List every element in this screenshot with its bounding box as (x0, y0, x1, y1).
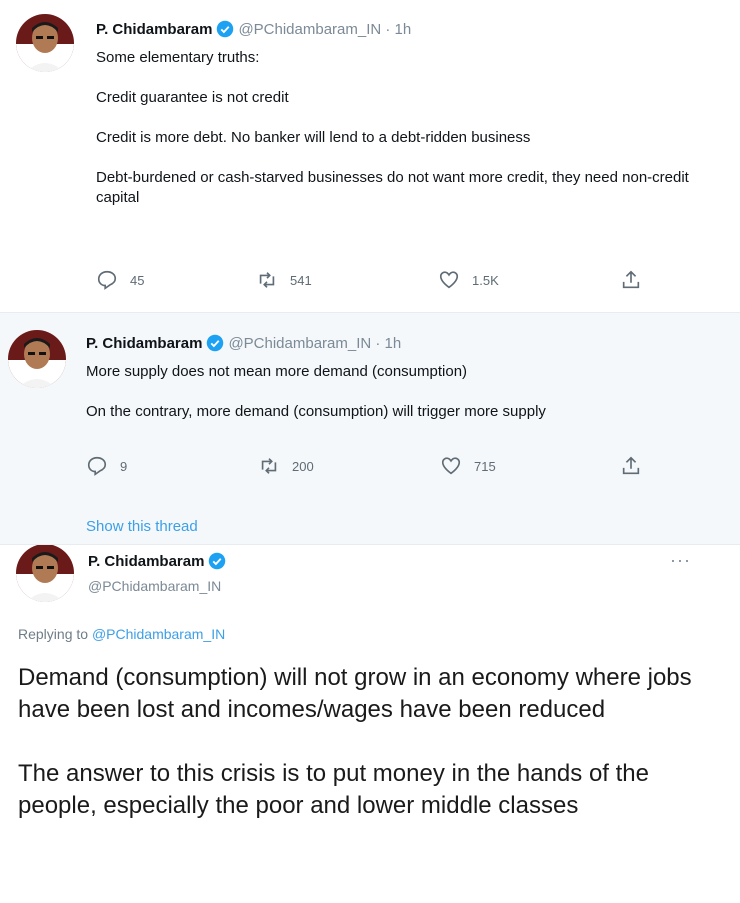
author-handle[interactable]: @PChidambaram_IN · 1h (238, 21, 411, 38)
replying-to-mention[interactable]: @PChidambaram_IN (92, 626, 225, 642)
like-button[interactable]: 715 (440, 455, 496, 477)
show-thread-link[interactable]: Show this thread (86, 518, 198, 535)
share-button[interactable] (620, 269, 654, 291)
more-options-icon[interactable]: ··· (670, 550, 691, 571)
like-count: 715 (474, 458, 496, 474)
tweet-text: More supply does not mean more demand (c… (86, 363, 546, 420)
retweet-icon (259, 272, 275, 288)
retweet-icon (261, 458, 277, 474)
replying-to-label: Replying to (18, 626, 92, 642)
verified-badge-icon (217, 20, 234, 38)
share-button[interactable] (620, 455, 654, 477)
avatar[interactable] (8, 330, 66, 388)
tweet-text: Some elementary truths: Credit guarantee… (96, 49, 689, 206)
author-handle[interactable]: @PChidambaram_IN (88, 578, 221, 594)
author-name[interactable]: P. Chidambaram (96, 21, 212, 38)
tweet-2[interactable]: P. Chidambaram @PChidambaram_IN · 1h Mor… (0, 312, 740, 544)
author-handle[interactable]: @PChidambaram_IN · 1h (228, 335, 401, 352)
heart-icon (441, 457, 461, 475)
avatar[interactable] (16, 544, 74, 602)
share-icon (622, 270, 640, 289)
tweet-actions: 9 200 715 (86, 454, 686, 478)
tweet-3[interactable]: P. Chidambaram @PChidambaram_IN ··· Repl… (0, 544, 740, 903)
verified-badge-icon (209, 552, 226, 570)
reply-icon (97, 270, 117, 290)
retweet-count: 200 (292, 458, 314, 474)
tweet-header: P. Chidambaram @PChidambaram_IN · 1h (96, 20, 411, 38)
tweet-1[interactable]: P. Chidambaram @PChidambaram_IN · 1h Som… (0, 0, 740, 312)
like-button[interactable]: 1.5K (438, 269, 499, 291)
reply-button[interactable]: 9 (86, 455, 127, 477)
reply-button[interactable]: 45 (96, 269, 144, 291)
tweet-header: P. Chidambaram @PChidambaram_IN · 1h (86, 334, 401, 352)
divider (0, 544, 740, 545)
reply-count: 9 (120, 458, 128, 474)
like-count: 1.5K (472, 272, 499, 288)
share-icon (622, 456, 640, 475)
author-name[interactable]: P. Chidambaram (88, 553, 204, 570)
avatar[interactable] (16, 14, 74, 72)
reply-count: 45 (130, 272, 145, 288)
reply-icon (87, 456, 107, 476)
author-name[interactable]: P. Chidambaram (86, 335, 202, 352)
verified-badge-icon (207, 334, 224, 352)
retweet-button[interactable]: 541 (256, 269, 312, 291)
tweet-header: P. Chidambaram (88, 552, 230, 570)
retweet-count: 541 (290, 272, 312, 288)
heart-icon (439, 271, 459, 289)
tweet-actions: 45 541 1.5K (96, 268, 696, 292)
tweet-text: Demand (consumption) will not grow in an… (18, 664, 692, 819)
divider (0, 312, 740, 313)
replying-to: Replying to @PChidambaram_IN (18, 626, 225, 642)
retweet-button[interactable]: 200 (258, 455, 314, 477)
